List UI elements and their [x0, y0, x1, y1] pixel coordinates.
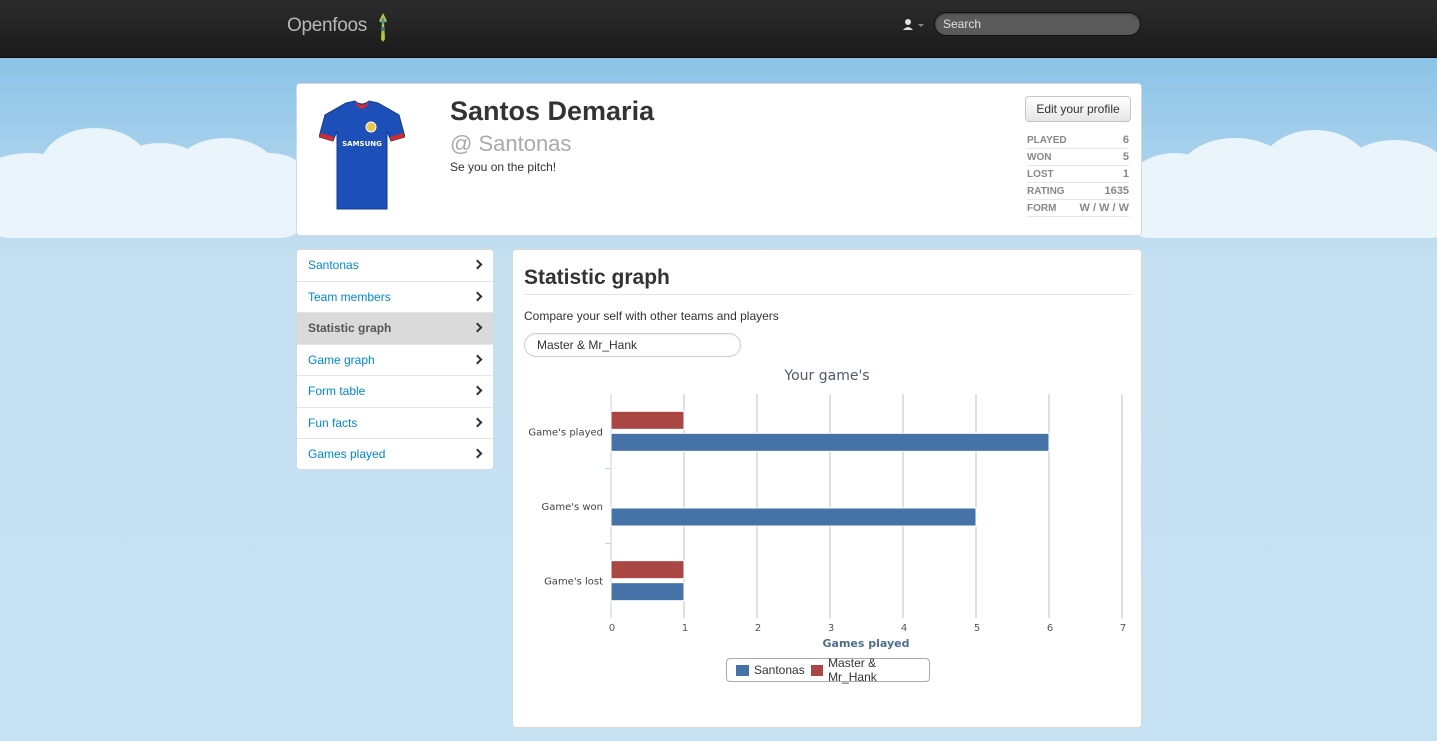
- profile-handle: @ Santonas: [450, 131, 572, 156]
- chevron-right-icon: [472, 448, 483, 459]
- x-tick-label: 6: [1047, 623, 1053, 634]
- legend-swatch: [810, 664, 824, 676]
- bar-master-mr-hank-0: [610, 410, 685, 430]
- chevron-right-icon: [472, 322, 483, 333]
- chart-x-axis-label: Games played: [823, 637, 910, 650]
- chevron-down-icon: [918, 24, 924, 27]
- x-tick-label: 7: [1120, 623, 1126, 634]
- sidebar-nav: Santonas Team members Statistic graph Ga…: [296, 249, 494, 470]
- sidebar-item-label: Fun facts: [308, 415, 358, 430]
- profile-card: SAMSUNG Santos Demaria @ Santonas Se you…: [296, 83, 1142, 236]
- sidebar-item-label: Team members: [308, 289, 391, 304]
- x-tick-label: 3: [828, 623, 834, 634]
- bar-santonas-2: [610, 582, 685, 602]
- stat-won: WON 5: [1027, 149, 1129, 166]
- jersey-sponsor-text: SAMSUNG: [342, 140, 382, 148]
- sidebar-item-label: Game graph: [308, 352, 375, 367]
- stat-played: PLAYED 6: [1027, 132, 1129, 149]
- sidebar-item-fun-facts[interactable]: Fun facts: [297, 408, 493, 439]
- x-tick-label: 0: [609, 623, 615, 634]
- sidebar-item-form-table[interactable]: Form table: [297, 376, 493, 408]
- brand-name[interactable]: Openfoos: [287, 15, 367, 37]
- chevron-right-icon: [472, 417, 483, 427]
- x-tick-label: 4: [901, 623, 907, 634]
- stat-lost: LOST 1: [1027, 166, 1129, 183]
- search-input[interactable]: [934, 12, 1141, 36]
- sidebar-item-label: Santonas: [308, 258, 359, 272]
- sidebar-item-santonas[interactable]: Santonas: [297, 250, 493, 282]
- chevron-right-icon: [472, 259, 483, 270]
- sidebar-item-label: Statistic graph: [308, 321, 392, 335]
- chart-y-labels: Game's played Game's won Game's lost: [528, 427, 603, 587]
- sidebar-item-team-members[interactable]: Team members: [297, 282, 493, 313]
- chevron-right-icon: [472, 291, 483, 301]
- chevron-right-icon: [472, 354, 483, 364]
- bar-santonas-0: [610, 432, 1050, 452]
- profile-stats: PLAYED 6 WON 5 LOST 1 RATING 1635 FORM W…: [1027, 132, 1129, 217]
- profile-bio: Se you on the pitch!: [450, 160, 557, 174]
- x-tick-label: 5: [974, 623, 980, 634]
- sidebar-item-label: Games played: [308, 447, 386, 461]
- y-category-label: Game's lost: [544, 577, 603, 588]
- chart-legend: Santonas Master & Mr_Hank: [726, 656, 930, 684]
- chevron-right-icon: [472, 385, 483, 396]
- top-navbar: Openfoos: [0, 0, 1437, 58]
- y-category-label: Game's won: [541, 502, 603, 513]
- main-panel: Statistic graph Compare your self with o…: [512, 249, 1142, 728]
- stat-rating: RATING 1635: [1027, 183, 1129, 200]
- sidebar-item-statistic-graph[interactable]: Statistic graph: [297, 313, 493, 345]
- sidebar-item-game-graph[interactable]: Game graph: [297, 345, 493, 376]
- bar-master-mr-hank-2: [610, 560, 685, 580]
- profile-name: Santos Demaria: [450, 96, 655, 126]
- edit-profile-button[interactable]: Edit your profile: [1025, 96, 1131, 122]
- stat-form: FORM W / W / W: [1027, 200, 1129, 217]
- legend-item-master-mr-hank[interactable]: Master & Mr_Hank: [810, 656, 923, 684]
- x-tick-label: 2: [755, 623, 761, 634]
- team-jersey-image: SAMSUNG: [319, 100, 405, 210]
- chart-title: Your game's: [783, 368, 869, 384]
- sidebar-item-label: Form table: [308, 384, 366, 398]
- sidebar-item-games-played[interactable]: Games played: [297, 439, 493, 469]
- x-tick-label: 1: [682, 623, 688, 634]
- bar-santonas-1: [610, 507, 977, 527]
- legend-swatch: [736, 664, 749, 676]
- chart-x-ticks: 0 1 2 3 4 5 6 7: [609, 623, 1126, 634]
- legend-item-santonas[interactable]: Santonas: [736, 663, 805, 677]
- y-category-label: Game's played: [528, 427, 603, 438]
- openfoos-logo-icon[interactable]: [374, 11, 392, 43]
